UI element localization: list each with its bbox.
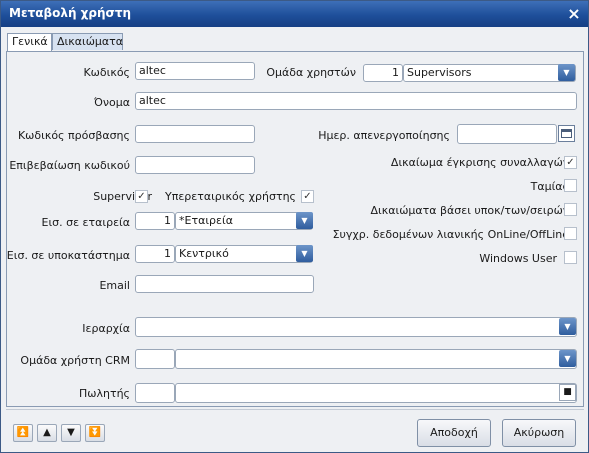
group-select[interactable]: Supervisors (403, 64, 576, 82)
seller-number-field[interactable] (135, 383, 175, 403)
rights-label: Δικαιώματα βάσει υποκ/των/σειρών (370, 204, 569, 217)
tab-general[interactable]: Γενικά (7, 33, 52, 51)
first-icon: ⏫ (16, 427, 30, 438)
previous-record-button[interactable]: ▲ (37, 424, 57, 442)
branch-number-field[interactable]: 1 (135, 245, 175, 263)
password-field[interactable] (135, 125, 255, 143)
email-label: Email (99, 279, 130, 292)
company-label: Εισ. σε εταιρεία (41, 216, 131, 229)
square-icon: ■ (563, 387, 572, 397)
down-icon: ▼ (67, 427, 75, 438)
branch-select[interactable]: Κεντρικό (175, 245, 313, 263)
email-field[interactable] (135, 275, 314, 293)
approval-checkbox[interactable]: ✓ (564, 156, 577, 169)
service-user-label: Υπερεταιρικός χρήστης (164, 190, 296, 203)
cancel-button[interactable]: Ακύρωση (502, 419, 576, 447)
tab-rights[interactable]: Δικαιώματα (52, 33, 123, 50)
accept-button[interactable]: Αποδοχή (417, 419, 491, 447)
hierarchy-label: Ιεραρχία (82, 322, 130, 335)
confirm-password-label: Επιβεβαίωση κωδικού (9, 159, 130, 172)
bottom-bar: ⏫ ▲ ▼ ⏬ Αποδοχή Ακύρωση (6, 409, 584, 452)
calendar-icon[interactable] (558, 125, 575, 142)
group-label: Ομάδα χρηστών (266, 66, 356, 79)
up-icon: ▲ (43, 427, 51, 438)
crm-group-select[interactable] (175, 349, 577, 369)
chevron-down-icon[interactable]: ▼ (296, 245, 313, 262)
crm-group-number-field[interactable] (135, 349, 175, 369)
close-icon[interactable]: × (564, 4, 584, 24)
windows-user-checkbox[interactable] (564, 251, 577, 264)
sync-checkbox[interactable] (564, 227, 577, 240)
code-field[interactable]: altec (135, 62, 255, 80)
hierarchy-select[interactable] (135, 317, 577, 337)
title-bar: Μεταβολή χρήστη × (1, 1, 588, 27)
next-record-button[interactable]: ▼ (61, 424, 81, 442)
deactivation-label: Ημερ. απενεργοποίησης (318, 129, 450, 142)
crm-group-label: Ομάδα χρήστη CRM (20, 354, 130, 367)
name-label: Όνομα (93, 96, 130, 109)
supervisor-checkbox[interactable]: ✓ (135, 190, 148, 203)
windows-user-label: Windows User (479, 252, 557, 265)
last-icon: ⏬ (88, 427, 102, 438)
deactivation-date-field[interactable] (457, 124, 557, 144)
group-number-field[interactable]: 1 (363, 64, 403, 82)
first-record-button[interactable]: ⏫ (13, 424, 33, 442)
sync-label: Συγχρ. δεδομένων λιανικής OnLine/OffLine (332, 228, 569, 241)
chevron-down-icon[interactable]: ▼ (559, 350, 576, 367)
password-label: Κωδικός πρόσβασης (17, 129, 130, 142)
window-title: Μεταβολή χρήστη (9, 6, 132, 20)
seller-label: Πωλητής (78, 387, 130, 400)
company-select[interactable]: *Εταιρεία (175, 212, 313, 230)
chevron-down-icon[interactable]: ▼ (559, 318, 576, 335)
chevron-down-icon[interactable]: ▼ (558, 64, 575, 81)
code-label: Κωδικός (83, 66, 130, 79)
chevron-down-icon[interactable]: ▼ (296, 212, 313, 229)
seller-lookup-button[interactable]: ■ (559, 384, 576, 401)
rights-checkbox[interactable] (564, 203, 577, 216)
name-field[interactable]: altec (135, 92, 577, 110)
seller-field[interactable] (175, 383, 577, 403)
approval-label: Δικαίωμα έγκρισης συναλλαγών (390, 156, 569, 169)
branch-label: Εισ. σε υποκατάστημα (6, 249, 130, 262)
user-edit-window: Μεταβολή χρήστη × Γενικά Δικαιώματα Κωδι… (0, 0, 589, 453)
confirm-password-field[interactable] (135, 156, 255, 174)
cashier-checkbox[interactable] (564, 179, 577, 192)
service-user-checkbox[interactable]: ✓ (301, 190, 314, 203)
company-number-field[interactable]: 1 (135, 212, 175, 230)
general-panel: Κωδικός altec Ομάδα χρηστών 1 Supervisor… (6, 51, 584, 407)
last-record-button[interactable]: ⏬ (85, 424, 105, 442)
